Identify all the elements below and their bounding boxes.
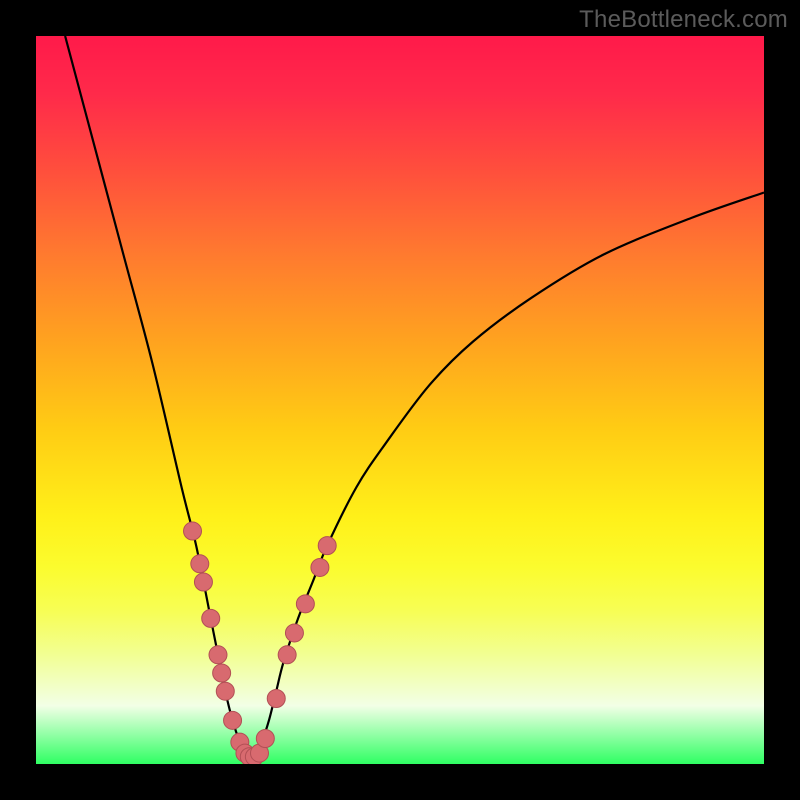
highlight-dot [184, 522, 202, 540]
highlight-dot [213, 664, 231, 682]
highlight-dot [296, 595, 314, 613]
highlight-dot [216, 682, 234, 700]
highlight-dot [311, 558, 329, 576]
highlight-dots [184, 522, 337, 764]
highlight-dot [224, 711, 242, 729]
watermark-text: TheBottleneck.com [579, 6, 788, 34]
chart-frame: TheBottleneck.com [0, 0, 800, 800]
highlight-dot [318, 537, 336, 555]
highlight-dot [278, 646, 296, 664]
highlight-dot [256, 730, 274, 748]
bottleneck-curve [65, 36, 764, 759]
highlight-dot [285, 624, 303, 642]
highlight-dot [194, 573, 212, 591]
curve-svg [36, 36, 764, 764]
highlight-dot [267, 689, 285, 707]
highlight-dot [191, 555, 209, 573]
highlight-dot [202, 609, 220, 627]
highlight-dot [209, 646, 227, 664]
plot-area [36, 36, 764, 764]
